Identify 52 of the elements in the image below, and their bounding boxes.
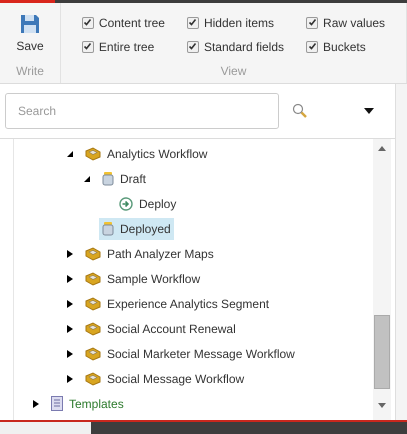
tree-item[interactable]: Experience Analytics Segment: [82, 292, 272, 314]
scroll-up-icon[interactable]: [378, 146, 386, 151]
tree-item[interactable]: Draft: [99, 168, 150, 190]
folder-stack-icon: [85, 146, 101, 160]
expand-arrow-icon[interactable]: [66, 248, 74, 258]
tree-item[interactable]: Deploy: [116, 192, 180, 214]
folder-stack-icon: [85, 246, 101, 260]
scroll-down-icon[interactable]: [378, 403, 386, 408]
arrow-circle-icon: [119, 196, 133, 210]
collapse-arrow-icon[interactable]: [83, 174, 91, 184]
search-icon[interactable]: [292, 103, 308, 119]
checkbox-label: Buckets: [323, 38, 366, 56]
save-button[interactable]: Save: [16, 14, 44, 55]
jar-icon: [102, 221, 114, 236]
checkbox-label: Standard fields: [204, 38, 284, 56]
checkbox[interactable]: [306, 40, 318, 52]
checkbox[interactable]: [186, 16, 199, 28]
group-label: Write: [16, 63, 44, 80]
checkbox[interactable]: [306, 16, 318, 28]
expand-arrow-icon[interactable]: [66, 374, 74, 384]
tree-item[interactable]: Analytics Workflow: [82, 142, 210, 164]
checkbox-label: Raw values: [323, 14, 386, 32]
folder-stack-icon: [85, 346, 101, 360]
tree-item[interactable]: Templates: [48, 392, 127, 414]
expand-arrow-icon[interactable]: [66, 324, 74, 334]
tree-item[interactable]: Social Account Renewal: [82, 318, 239, 340]
scrollbar-thumb[interactable]: [374, 315, 390, 389]
checkbox-label: Hidden items: [204, 14, 274, 32]
tree-item[interactable]: Social Marketer Message Workflow: [82, 342, 298, 364]
checkbox[interactable]: [82, 40, 94, 52]
expand-arrow-icon[interactable]: [32, 398, 40, 408]
folder-stack-icon: [85, 296, 101, 310]
folder-stack-icon: [85, 372, 101, 386]
dropdown-caret-icon[interactable]: [364, 108, 374, 114]
checkbox-label: Entire tree: [98, 38, 154, 56]
expand-arrow-icon[interactable]: [66, 298, 74, 308]
expand-arrow-icon[interactable]: [66, 274, 74, 284]
expand-arrow-icon[interactable]: [66, 348, 74, 358]
checkbox[interactable]: [186, 40, 199, 52]
jar-icon: [102, 171, 114, 186]
folder-stack-icon: [85, 322, 101, 336]
checkbox[interactable]: [82, 16, 94, 28]
folder-stack-icon: [85, 272, 101, 286]
group-label: View: [220, 63, 246, 80]
tree-item[interactable]: Deployed: [99, 218, 174, 240]
checkbox-label: Content tree: [98, 14, 165, 32]
document-icon: [51, 396, 63, 411]
tree-item[interactable]: Sample Workflow: [82, 268, 204, 290]
tree-item[interactable]: Path Analyzer Maps: [82, 242, 217, 264]
tree-item[interactable]: Social Message Workflow: [82, 368, 248, 390]
search-field[interactable]: Search: [5, 93, 279, 129]
collapse-arrow-icon[interactable]: [66, 148, 74, 158]
